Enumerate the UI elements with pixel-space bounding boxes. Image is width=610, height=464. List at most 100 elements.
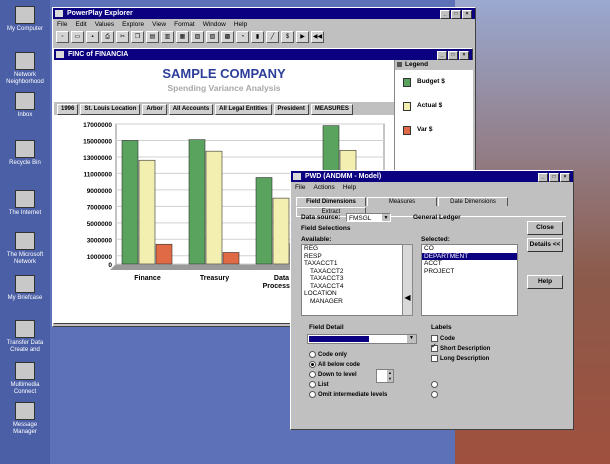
label-option[interactable]: Code [431,335,455,342]
checkbox[interactable] [431,342,438,352]
data-source-select[interactable]: FMSGL ▼ [346,213,391,222]
minimize-icon[interactable]: _ [538,173,548,182]
menu-help[interactable]: Help [343,184,356,191]
dimension-button[interactable]: All Legal Entities [215,104,272,115]
next-icon[interactable]: ▶ [296,31,309,43]
selected-fields-list[interactable]: CO DEPARTMENT ACCT PROJECT [421,244,518,316]
dimension-button[interactable]: 1996 [57,104,79,115]
list-item[interactable]: CO [422,245,517,253]
radio-button[interactable] [309,371,316,378]
checkbox[interactable] [431,335,438,342]
radio-button[interactable] [309,381,316,388]
level-spinner[interactable]: ▲ ▼ [376,369,394,383]
menu-view[interactable]: View [152,21,166,28]
dimension-button[interactable]: President [273,104,309,115]
explorer-titlebar[interactable]: PowerPlay Explorer _ □ × [53,8,475,19]
level-option[interactable]: Omit intermediate levels [309,391,387,398]
list-item[interactable]: MANAGER [302,298,402,306]
chart-icon[interactable]: ▥ [161,31,174,43]
menu-edit[interactable]: Edit [75,21,86,28]
cut-icon[interactable]: ✂ [116,31,129,43]
list-item[interactable]: PROJECT [422,268,517,276]
desktop-icon[interactable]: Transfer Data Create and [2,320,48,354]
label-option[interactable]: Short Description [431,342,490,352]
field-detail-select[interactable]: ▼ [307,334,417,344]
maximize-icon[interactable]: □ [448,51,458,60]
menu-format[interactable]: Format [174,21,195,28]
close-button[interactable]: Close [527,221,563,235]
print-icon[interactable]: ⎙ [101,31,114,43]
new-icon[interactable]: ▫ [56,31,69,43]
tab-date-dimensions[interactable]: Date Dimensions [438,197,508,206]
radio-button[interactable] [309,391,316,398]
available-scrollbar[interactable]: ◀ [402,244,413,316]
desktop-icon[interactable]: Network Neighborhood [2,52,48,86]
minimize-icon[interactable]: _ [437,51,447,60]
bar-budget[interactable] [188,139,206,265]
bar-var[interactable] [155,243,173,265]
extra-radio[interactable] [431,391,438,398]
bar-actual[interactable] [138,159,156,265]
spin-icon[interactable]: ▲ ▼ [387,370,393,382]
list-item[interactable]: RESP [302,253,402,261]
available-fields-list[interactable]: REG RESP TAXACCT1 TAXACCT2 TAXACCT3 TAXACCT4 L… [301,244,403,316]
desktop-icon[interactable]: Multimedia Connect [2,362,48,396]
bar-var[interactable] [222,252,240,265]
level-option[interactable]: List [309,381,329,388]
close-icon[interactable]: × [462,10,472,19]
maximize-icon[interactable]: □ [451,10,461,19]
chevron-down-icon[interactable]: ▼ [382,214,390,221]
dimension-button[interactable]: MEASURES [310,104,353,115]
menu-values[interactable]: Values [95,21,114,28]
filter-icon[interactable]: ▧ [191,31,204,43]
extra-radio[interactable] [431,381,438,388]
level-option[interactable]: Down to level [309,371,357,378]
list-item[interactable]: ACCT [422,260,517,268]
maximize-icon[interactable]: □ [549,173,559,182]
rank-icon[interactable]: ▨ [206,31,219,43]
radio-button[interactable] [309,361,316,368]
menu-file[interactable]: File [295,184,305,191]
level-option[interactable]: All below code [309,361,360,368]
menu-file[interactable]: File [57,21,67,28]
pie-icon[interactable]: ◔ [236,31,249,43]
dimension-button[interactable]: All Accounts [168,104,214,115]
dollar-icon[interactable]: $ [281,31,294,43]
list-item[interactable]: TAXACCT1 [302,260,402,268]
desktop-icon[interactable]: Message Manager [2,402,48,436]
list-item[interactable]: DEPARTMENT [422,252,517,260]
dialog-titlebar[interactable]: PWD (ANDMM - Model) _ □ × [291,171,573,182]
chevron-down-icon[interactable]: ▼ [407,335,416,343]
details-button[interactable]: Details << [527,238,563,252]
report-titlebar[interactable]: FINC of FINANCIA _ □ × [54,49,472,60]
bar-actual[interactable] [205,150,223,265]
save-icon[interactable]: ▪ [86,31,99,43]
desktop-icon[interactable]: Recycle Bin [2,140,48,167]
dimension-button[interactable]: St. Louis Location [80,104,141,115]
checkbox[interactable] [431,355,438,362]
list-item[interactable]: TAXACCT3 [302,275,402,283]
bar-icon[interactable]: ▮ [251,31,264,43]
minimize-icon[interactable]: _ [440,10,450,19]
copy-icon[interactable]: ❐ [131,31,144,43]
last-icon[interactable]: ◀◀ [311,31,324,43]
menu-explore[interactable]: Explore [122,21,144,28]
open-icon[interactable]: ▭ [71,31,84,43]
tab-field-dimensions[interactable]: Field Dimensions [296,197,366,206]
desktop-icon[interactable]: My Computer [2,6,48,33]
list-item[interactable]: REG [302,245,402,253]
menu-window[interactable]: Window [203,21,226,28]
list-item[interactable]: TAXACCT2 [302,268,402,276]
tab-measures[interactable]: Measures [367,197,437,206]
move-left-icon[interactable]: ◀ [403,293,412,302]
bar-budget[interactable] [255,177,273,265]
radio-button[interactable] [309,351,316,358]
dimension-button[interactable]: Arbor [142,104,167,115]
close-icon[interactable]: × [560,173,570,182]
help-button[interactable]: Help [527,275,563,289]
level-option[interactable]: Code only [309,351,347,358]
list-item[interactable]: TAXACCT4 [302,283,402,291]
close-icon[interactable]: × [459,51,469,60]
bar-actual[interactable] [272,197,290,265]
drill-icon[interactable]: ▩ [221,31,234,43]
